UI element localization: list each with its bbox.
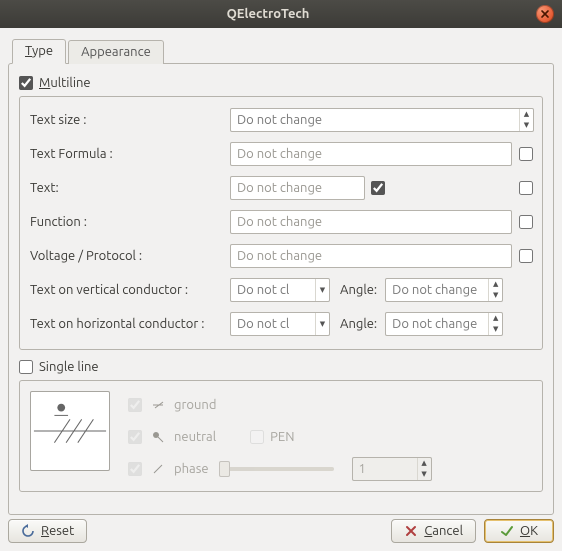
singleline-checkbox[interactable] bbox=[19, 360, 33, 374]
neutral-checkbox bbox=[128, 430, 142, 444]
spin-arrows[interactable]: ▲▼ bbox=[488, 279, 502, 301]
chevron-down-icon[interactable]: ▼ bbox=[315, 313, 329, 335]
singleline-group: ground neutral PEN bbox=[19, 380, 543, 492]
spin-arrows: ▲▼ bbox=[417, 458, 431, 480]
function-input[interactable] bbox=[230, 210, 512, 234]
pen-label: PEN bbox=[270, 430, 294, 444]
text-extra-check[interactable] bbox=[519, 181, 533, 195]
tab-type[interactable]: Type bbox=[12, 39, 66, 64]
singleline-preview bbox=[30, 391, 110, 471]
text-size-spin[interactable]: ▲▼ bbox=[230, 108, 534, 132]
cancel-icon bbox=[404, 524, 418, 538]
text-formula-input[interactable] bbox=[230, 142, 512, 166]
pen-checkbox bbox=[250, 430, 264, 444]
function-extra-check[interactable] bbox=[519, 215, 533, 229]
phase-count-spin: ▲▼ bbox=[352, 457, 432, 481]
hcond-value[interactable] bbox=[231, 313, 315, 335]
tabpanel-type: Multiline Text size : ▲▼ Text Formula : bbox=[8, 63, 554, 515]
tab-appearance[interactable]: Appearance bbox=[68, 40, 164, 64]
spin-arrows[interactable]: ▲▼ bbox=[488, 313, 502, 335]
dialog-button-row: Reset Cancel OK bbox=[8, 515, 554, 543]
text-size-value[interactable] bbox=[231, 109, 519, 131]
phase-slider bbox=[219, 467, 334, 471]
vcond-angle-spin[interactable]: ▲▼ bbox=[385, 278, 503, 302]
phase-checkbox bbox=[128, 462, 142, 476]
multiline-group: Text size : ▲▼ Text Formula : Text: bbox=[19, 96, 543, 350]
function-label: Function : bbox=[30, 215, 230, 229]
hcond-angle-spin[interactable]: ▲▼ bbox=[385, 312, 503, 336]
reset-icon bbox=[21, 524, 35, 538]
close-icon[interactable] bbox=[536, 5, 554, 23]
hcond-angle-label: Angle: bbox=[340, 317, 377, 331]
voltage-input[interactable] bbox=[230, 244, 512, 268]
hcond-angle-value[interactable] bbox=[386, 313, 488, 335]
spin-arrows[interactable]: ▲▼ bbox=[519, 109, 533, 131]
window-title: QElectroTech bbox=[0, 7, 536, 21]
hcond-combo[interactable]: ▼ bbox=[230, 312, 330, 336]
vcond-angle-label: Angle: bbox=[340, 283, 377, 297]
neutral-icon bbox=[150, 429, 166, 445]
tab-strip: Type Appearance bbox=[8, 36, 554, 64]
voltage-label: Voltage / Protocol : bbox=[30, 249, 230, 263]
text-label: Text: bbox=[30, 181, 230, 195]
singleline-toggle-row: Single line bbox=[19, 360, 543, 374]
text-size-label: Text size : bbox=[30, 113, 230, 127]
vcond-label: Text on vertical conductor : bbox=[30, 283, 230, 297]
ground-icon bbox=[150, 397, 166, 413]
text-formula-label: Text Formula : bbox=[30, 147, 230, 161]
phase-count-value bbox=[353, 458, 417, 480]
multiline-label: Multiline bbox=[39, 76, 91, 90]
vcond-combo[interactable]: ▼ bbox=[230, 278, 330, 302]
ground-checkbox bbox=[128, 398, 142, 412]
cancel-button[interactable]: Cancel bbox=[391, 519, 476, 543]
text-input[interactable] bbox=[230, 176, 365, 200]
multiline-toggle-row: Multiline bbox=[19, 76, 543, 90]
chevron-down-icon[interactable]: ▼ bbox=[315, 279, 329, 301]
phase-label: phase bbox=[174, 462, 209, 476]
titlebar: QElectroTech bbox=[0, 0, 562, 28]
text-formula-extra-check[interactable] bbox=[519, 147, 533, 161]
vcond-angle-value[interactable] bbox=[386, 279, 488, 301]
phase-icon bbox=[150, 461, 166, 477]
multiline-checkbox[interactable] bbox=[19, 76, 33, 90]
ok-button[interactable]: OK bbox=[484, 519, 554, 543]
ground-label: ground bbox=[174, 398, 216, 412]
neutral-label: neutral bbox=[174, 430, 216, 444]
vcond-value[interactable] bbox=[231, 279, 315, 301]
reset-button[interactable]: Reset bbox=[8, 519, 87, 543]
singleline-label: Single line bbox=[39, 360, 99, 374]
hcond-label: Text on horizontal conductor : bbox=[30, 317, 230, 331]
voltage-extra-check[interactable] bbox=[519, 249, 533, 263]
text-visibility-check[interactable] bbox=[371, 181, 385, 195]
ok-icon bbox=[500, 524, 514, 538]
